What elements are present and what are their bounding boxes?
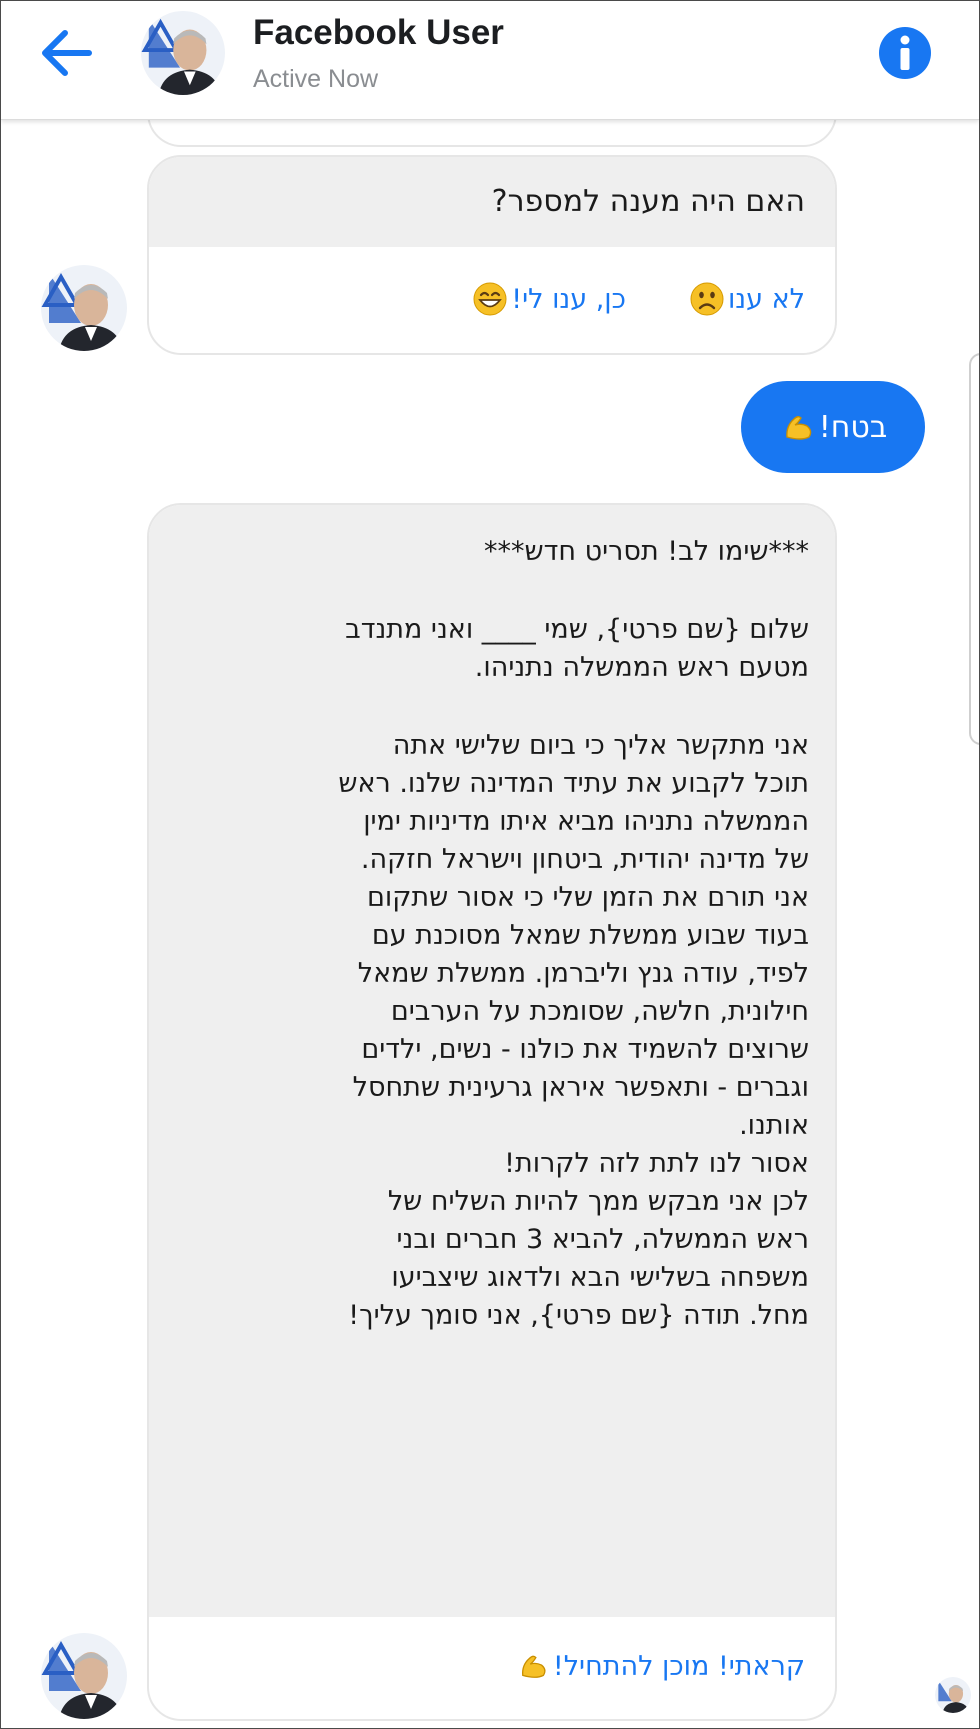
script-body-line: של מדינה יהודית, ביטחון וישראל חזקה. bbox=[360, 844, 809, 875]
quick-replies: קראתי! מוכן להתחיל! bbox=[149, 1617, 835, 1715]
reply-ready-button[interactable]: קראתי! מוכן להתחיל! bbox=[515, 1651, 805, 1682]
avatar[interactable] bbox=[141, 11, 225, 95]
script-body-line: משפחה בשלישי הבא ולדאוג שיצביעו bbox=[391, 1262, 809, 1293]
reply-no-label: לא ענו bbox=[727, 283, 805, 315]
chat-header: Facebook User Active Now bbox=[1, 1, 979, 120]
flexed-biceps-emoji bbox=[519, 1651, 549, 1681]
script-body-line: לכן אני מבקש ממך להיות השליח של bbox=[387, 1186, 809, 1217]
script-body-line: בעוד שבוע ממשלת שמאל מסוכנת עם bbox=[371, 920, 809, 951]
scrollbar[interactable] bbox=[969, 353, 979, 745]
script-body-line: שרוצים להשמיד את כולנו - נשים, ילדים bbox=[361, 1034, 809, 1065]
reply-yes-button[interactable]: כן, ענו לי! bbox=[469, 282, 626, 316]
worried-face-emoji bbox=[690, 282, 724, 316]
script-body-line: הממשלה נתניהו מביא איתו מדיניות ימין bbox=[363, 806, 809, 837]
script-body-line: וגברים - ותאפשר איראן גרעינית שתחסל bbox=[352, 1072, 809, 1103]
contact-name: Facebook User bbox=[253, 13, 504, 52]
script-body-line: אני מתקשר אליך כי ביום שלישי אתה bbox=[392, 730, 809, 761]
script-body-line: אני תורם את הזמן שלי כי אסור שתקום bbox=[366, 882, 809, 913]
reply-no-button[interactable]: לא ענו bbox=[686, 282, 805, 316]
read-receipt-avatar bbox=[935, 1677, 971, 1713]
script-body-line: ראש הממשלה, להביא 3 חברים ובני bbox=[396, 1224, 810, 1255]
question-message-card: האם היה מענה למספר? לא ענו כן, ענו לי! bbox=[147, 155, 837, 355]
script-body-line: לפיד, עודה גנץ וליברמן. ממשלת שמאל bbox=[357, 958, 809, 989]
script-title: ***שימו לב! תסריט חדש*** bbox=[484, 536, 809, 567]
script-body-line: אותנו. bbox=[739, 1110, 809, 1141]
script-body-line: אסור לנו לתת לזה לקרות! bbox=[504, 1148, 809, 1179]
avatar[interactable] bbox=[41, 265, 127, 351]
flexed-biceps-emoji bbox=[783, 411, 815, 443]
question-message: האם היה מענה למספר? bbox=[149, 157, 835, 247]
reply-ready-label: קראתי! מוכן להתחיל! bbox=[552, 1650, 805, 1682]
script-body-line: מחל. תודה {שם פרטי}, אני סומך עליך! bbox=[348, 1300, 809, 1331]
messenger-window: Facebook User Active Now האם היה מענה למ… bbox=[0, 0, 980, 1729]
script-body-line: חילונית, חלשה, שסומכת על הערבים bbox=[390, 996, 809, 1027]
question-text: האם היה מענה למספר? bbox=[491, 184, 805, 219]
script-intro-line: מטעם ראש הממשלה נתניהו. bbox=[474, 652, 809, 683]
sent-message-text: בטח! bbox=[818, 409, 888, 445]
sent-message-bubble: בטח! bbox=[741, 381, 925, 473]
grinning-face-emoji bbox=[473, 282, 507, 316]
script-intro-line: שלום {שם פרטי}, שמי ____ ואני מתנדב bbox=[345, 614, 809, 645]
quick-replies: לא ענו כן, ענו לי! bbox=[149, 247, 835, 351]
script-message: ***שימו לב! תסריט חדש*** שלום {שם פרטי},… bbox=[149, 505, 835, 1617]
active-status: Active Now bbox=[253, 65, 379, 93]
avatar[interactable] bbox=[41, 1633, 127, 1719]
script-message-card: ***שימו לב! תסריט חדש*** שלום {שם פרטי},… bbox=[147, 503, 837, 1721]
back-arrow-icon[interactable] bbox=[37, 25, 97, 81]
reply-yes-label: כן, ענו לי! bbox=[511, 283, 626, 315]
info-icon[interactable] bbox=[877, 25, 933, 81]
script-body-line: תוכל לקבוע את עתיד המדינה שלנו. ראש bbox=[338, 768, 809, 799]
